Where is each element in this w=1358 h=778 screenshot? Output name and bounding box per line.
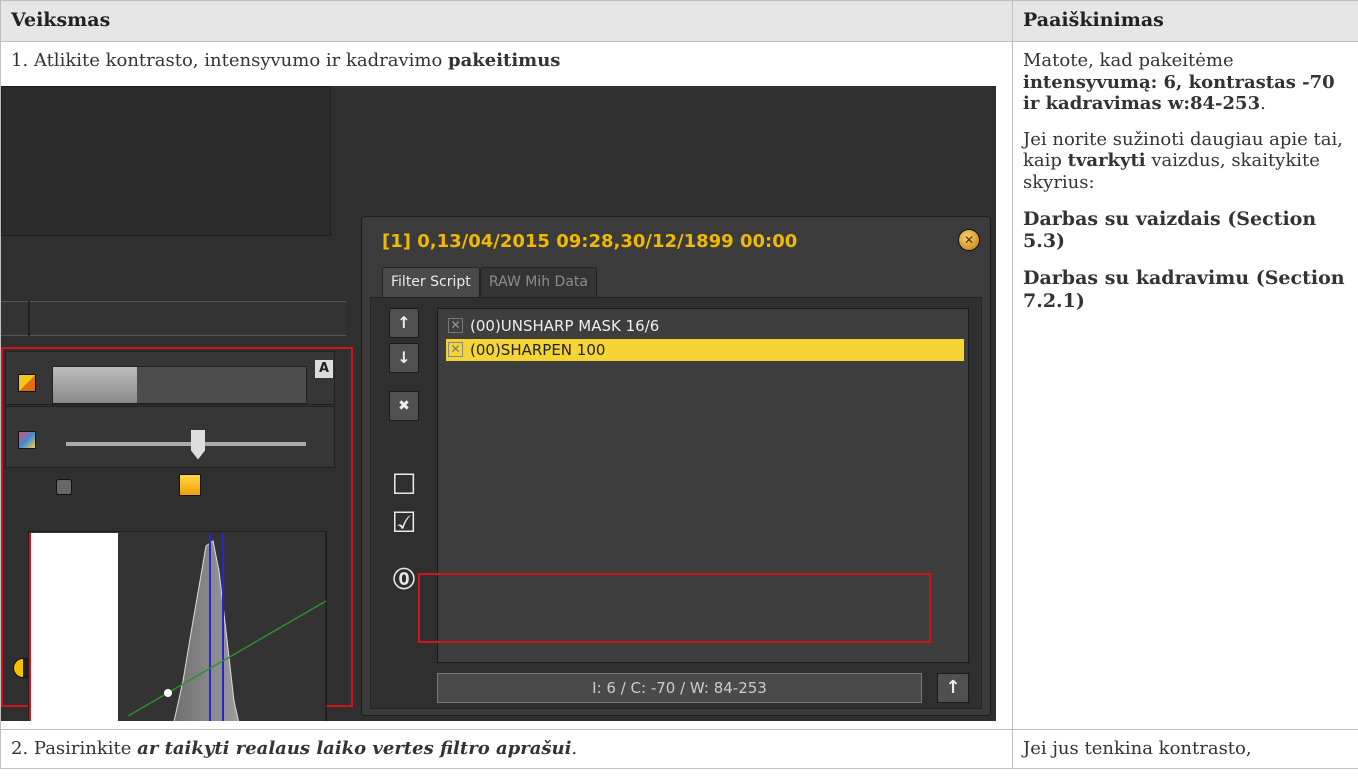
section-link-windowing[interactable]: Darbas su kadravimu (Section 7.2.1) <box>1023 267 1350 313</box>
tab-raw-mih-data[interactable]: RAW Mih Data <box>480 266 597 297</box>
checkbox-icon[interactable]: ✕ <box>448 341 463 357</box>
section-link-images[interactable]: Darbas su vaizdais (Section 5.3) <box>1023 208 1350 254</box>
intensity-icon[interactable] <box>18 373 36 392</box>
step-1-cell: 1. Atlikite kontrasto, intensyvumo ir ka… <box>0 41 1013 730</box>
contrast-row <box>5 405 335 468</box>
step-1-text: 1. Atlikite kontrasto, intensyvumo ir ka… <box>11 50 561 71</box>
toolbar-band <box>1 300 346 336</box>
filter-script-panel: ↑ ↓ ✖ ☐ ☑ ⓪ ✕ (00)UNSHARP MASK 16/6 ✕ (0… <box>370 296 982 709</box>
contrast-track[interactable] <box>66 441 306 446</box>
explanation-paragraph-2: Jei norite sužinoti daugiau apie tai, ka… <box>1023 128 1343 193</box>
curve-handle[interactable] <box>164 688 172 697</box>
checkbox-icon[interactable]: ✕ <box>448 317 463 333</box>
move-up-button[interactable]: ↑ <box>389 307 419 338</box>
intensity-slider[interactable] <box>52 365 307 404</box>
histogram-left-handle-icon[interactable] <box>56 478 72 495</box>
check-all-icon[interactable]: ☑ <box>389 507 419 538</box>
step-2-cell: 2. Pasirinkite ar taikyti realaus laiko … <box>0 728 1013 769</box>
intensity-row: A <box>5 350 335 405</box>
delete-button[interactable]: ✖ <box>389 390 419 421</box>
uncheck-all-icon[interactable]: ☐ <box>389 469 419 500</box>
header-action: Veiksmas <box>0 0 1013 42</box>
viewer-panel <box>1 85 331 236</box>
explanation-paragraph-1: Matote, kad pakeitėme intensyvumą: 6, ko… <box>1023 50 1335 115</box>
auto-button[interactable]: A <box>315 359 333 378</box>
instruction-table: Veiksmas Paaiškinimas 1. Atlikite kontra… <box>0 0 1358 769</box>
explanation-2-cell: Jei jus tenkina kontrasto, <box>1012 728 1358 769</box>
dialog-title: [1] 0,13/04/2015 09:28,30/12/1899 00:00 <box>382 230 798 252</box>
contrast-icon[interactable] <box>18 430 36 449</box>
status-values: I: 6 / C: -70 / W: 84-253 <box>437 672 922 703</box>
move-down-button[interactable]: ↓ <box>389 342 419 373</box>
explanation-1-cell: Matote, kad pakeitėme intensyvumą: 6, ko… <box>1012 41 1358 730</box>
header-explanation: Paaiškinimas <box>1012 0 1358 42</box>
contrast-thumb[interactable] <box>191 429 205 460</box>
filter-item-selected[interactable]: ✕ (00)SHARPEN 100 <box>446 338 964 361</box>
close-icon[interactable]: ✕ <box>958 228 980 251</box>
reset-icon[interactable]: ⓪ <box>389 566 419 596</box>
tab-filter-script[interactable]: Filter Script <box>382 266 480 297</box>
histogram-clipped-region <box>30 532 118 721</box>
histogram-marker-icon[interactable] <box>179 473 201 496</box>
filter-item[interactable]: ✕ (00)UNSHARP MASK 16/6 <box>446 315 964 337</box>
highlight-status <box>418 572 931 643</box>
histogram-chart[interactable] <box>28 530 328 721</box>
screenshot-composite: A [1] 0,13/04/2015 09:28,30/12/1899 00:0… <box>1 85 996 721</box>
apply-up-button[interactable]: ↑ <box>937 672 969 703</box>
